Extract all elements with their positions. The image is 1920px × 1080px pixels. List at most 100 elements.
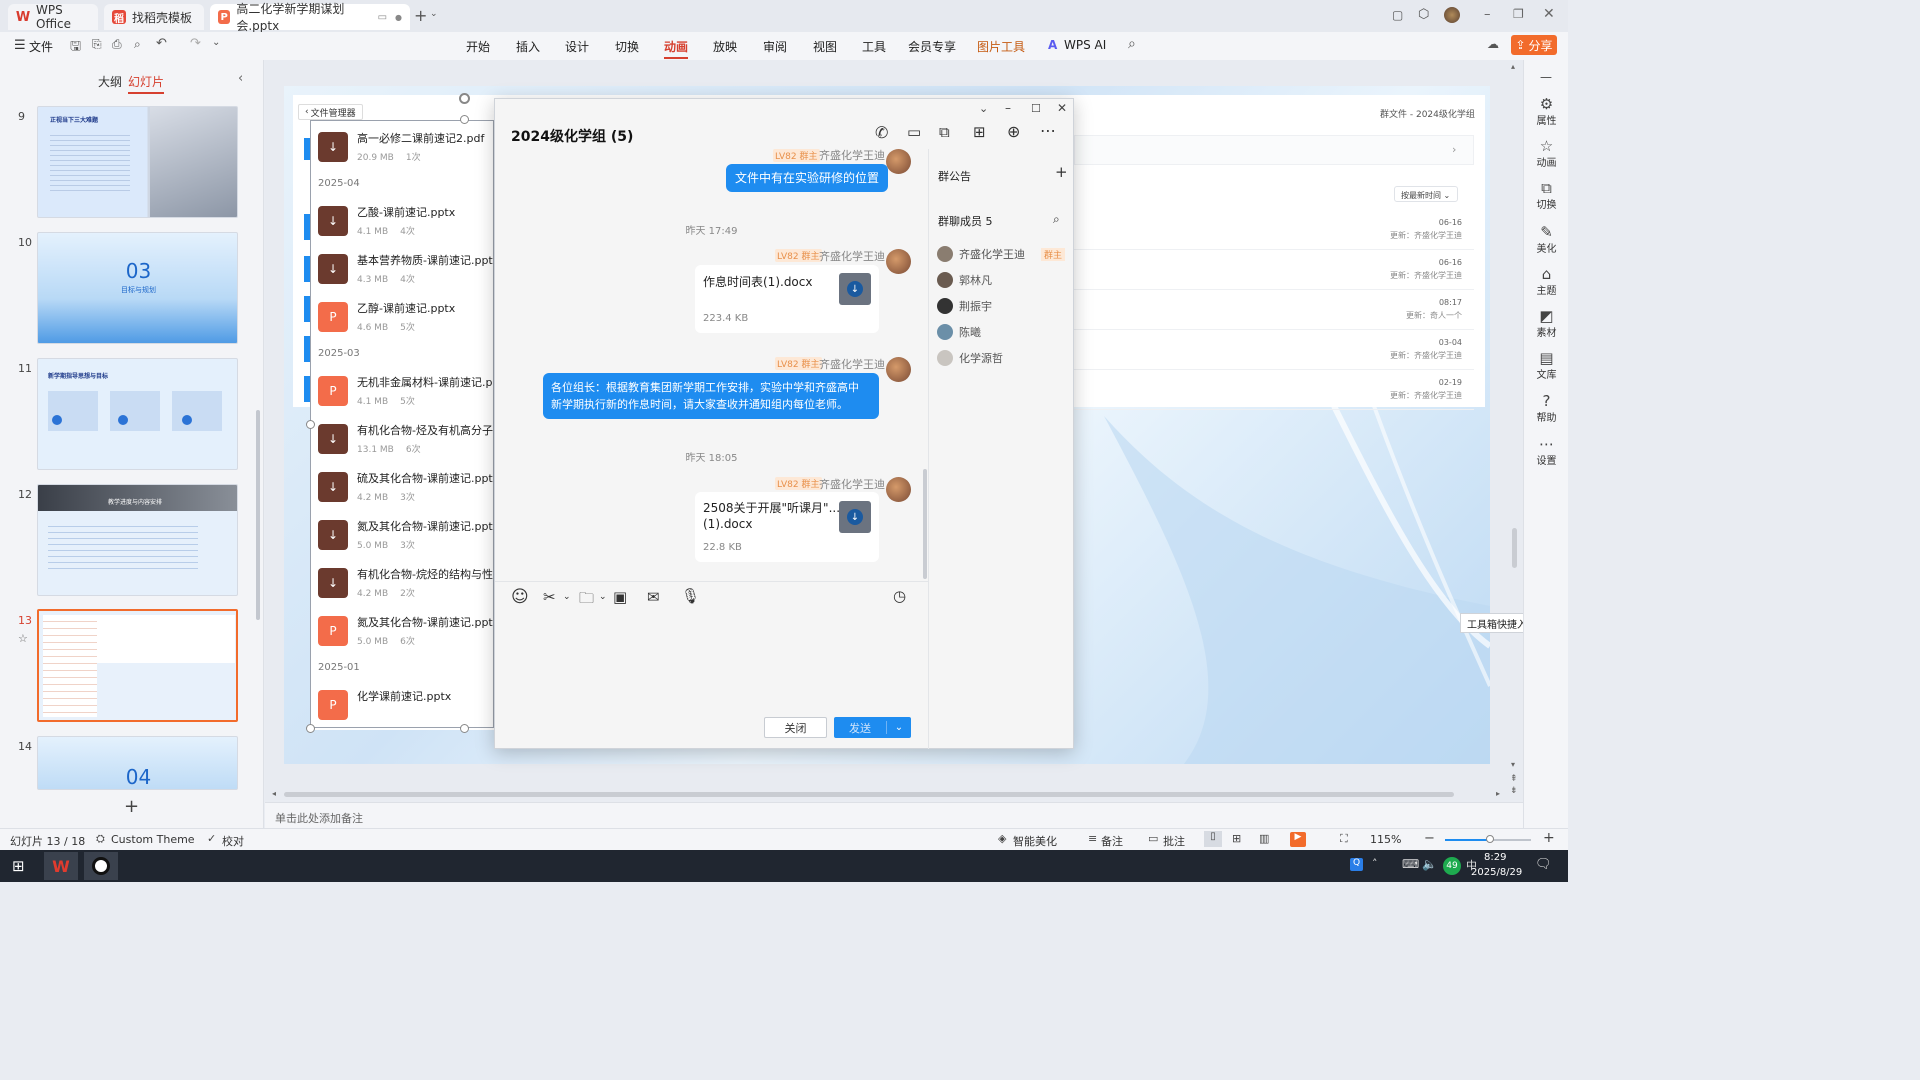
file-row[interactable]: ↓ 乙酸-课前速记.pptx 4.1 MB 4次 (310, 198, 494, 246)
menu-transition[interactable]: 切换 (615, 38, 639, 55)
menu-view[interactable]: 视图 (813, 38, 837, 55)
menu-picture-tools[interactable]: 图片工具 (977, 38, 1025, 55)
notes-pane[interactable]: 单击此处添加备注 (265, 802, 1523, 828)
sidebar-library[interactable]: ▤ 文库 (1524, 350, 1569, 381)
zoom-out-icon[interactable]: − (1424, 831, 1435, 846)
member-item[interactable]: 化学源哲 (937, 350, 1003, 366)
minimize-icon[interactable]: – (1484, 7, 1491, 22)
resize-handle[interactable] (306, 724, 315, 733)
chevron-down-icon[interactable]: ⌄ (979, 102, 988, 115)
send-options-chevron-icon[interactable]: ⌄ (887, 722, 911, 733)
tab-document[interactable]: P 高二化学新学期谋划会.pptx ▭ ● (210, 2, 410, 33)
slide-sorter-icon[interactable]: ⊞ (1232, 832, 1241, 845)
new-tab-icon[interactable]: + (414, 6, 427, 25)
resize-handle[interactable] (306, 420, 315, 429)
send-button[interactable]: 发送 ⌄ (834, 717, 911, 738)
file-row[interactable]: ↓ 基本营养物质-课前速记.pptx 4.3 MB 4次 (310, 246, 494, 294)
add-announcement-icon[interactable]: + (1055, 163, 1068, 181)
sort-dropdown[interactable]: 按最新时间 ⌄ (1394, 186, 1458, 202)
file-row[interactable]: P 无机非金属材料-课前速记.pp 4.1 MB 5次 (310, 368, 494, 416)
file-row[interactable]: ↓ 氮及其化合物-课前速记.pptx 5.0 MB 3次 (310, 512, 494, 560)
clock-date[interactable]: 2025/8/29 (1471, 867, 1522, 878)
user-avatar[interactable] (1444, 7, 1460, 23)
file-row[interactable]: ↓ 高一必修二课前速记2.pdf 20.9 MB 1次 (310, 124, 494, 172)
history-icon[interactable]: ◷ (893, 587, 906, 605)
group-files-search[interactable] (1074, 135, 1474, 165)
smart-beautify-button[interactable]: 智能美化 (1013, 833, 1057, 849)
slide-thumbnail-13-selected[interactable] (37, 609, 238, 722)
menu-insert[interactable]: 插入 (516, 38, 540, 55)
tab-wps-office[interactable]: W WPS Office (8, 3, 98, 31)
slide-thumbnail-9[interactable]: 正视当下三大难题 (37, 106, 238, 218)
zoom-slider-thumb[interactable] (1486, 835, 1494, 843)
slide-thumbnail-11[interactable]: 新学期指导思想与目标 (37, 358, 238, 470)
collapse-sidebar-icon[interactable]: — (1540, 70, 1552, 84)
sender-avatar[interactable] (886, 149, 911, 174)
menu-slideshow[interactable]: 放映 (713, 38, 737, 55)
video-call-icon[interactable]: ▭ (907, 123, 921, 141)
tab-template[interactable]: 稻 找稻壳模板 (104, 4, 204, 30)
group-file-row[interactable]: 03-04 更新：齐盛化学王迪 (1074, 330, 1474, 370)
sidebar-assets[interactable]: ◩ 素材 (1524, 308, 1569, 339)
file-message-card[interactable]: 2508关于开展"听课月"... (1).docx 22.8 KB ↓ (695, 492, 879, 562)
chevron-right-icon[interactable]: › (1452, 143, 1456, 156)
phone-icon[interactable]: ✆ (875, 123, 888, 142)
tab-slides[interactable]: 幻灯片 (128, 73, 165, 94)
tray-app-icon[interactable]: Q (1350, 858, 1363, 871)
sidebar-transition[interactable]: ⧉ 切换 (1524, 180, 1569, 211)
zoom-level[interactable]: 115% (1370, 833, 1401, 846)
chat-window[interactable]: ⌄ – ☐ ✕ 2024级化学组 (5) ✆ ▭ ⧉ ⊞ ⊕ ⋯ LV82 群主… (494, 98, 1074, 749)
redo-icon[interactable]: ↷ (190, 36, 201, 51)
fit-window-icon[interactable]: ⛶ (1340, 832, 1348, 846)
menu-wps-ai[interactable]: WPS AI (1064, 38, 1106, 52)
menu-design[interactable]: 设计 (565, 38, 589, 55)
message-bubble-sent[interactable]: 文件中有在实验研修的位置 (726, 164, 889, 192)
resize-handle[interactable] (460, 115, 469, 124)
sender-avatar[interactable] (886, 357, 911, 382)
chevron-down-icon[interactable]: ⌄ (563, 592, 571, 602)
apps-icon[interactable]: ⊞ (973, 123, 986, 141)
notes-button[interactable]: 备注 (1101, 833, 1123, 849)
tray-badge[interactable]: 49 (1443, 857, 1461, 875)
restore-icon[interactable]: ❐ (1513, 7, 1524, 21)
message-input[interactable] (505, 617, 919, 709)
tab-outline[interactable]: 大纲 (98, 73, 122, 90)
sidebar-properties[interactable]: ⚙ 属性 (1524, 96, 1569, 127)
announcement-bubble[interactable]: 各位组长：根据教育集团新学期工作安排，实验中学和齐盛高中 新学期执行新的作息时间… (543, 373, 879, 419)
save-icon[interactable]: 🖫 (70, 37, 81, 59)
screen-share-icon[interactable]: ⧉ (939, 123, 950, 141)
sidebar-beautify[interactable]: ✎ 美化 (1524, 224, 1569, 255)
sidebar-settings[interactable]: ⋯ 设置 (1524, 436, 1569, 467)
minimize-icon[interactable]: – (1005, 101, 1011, 115)
sender-avatar[interactable] (886, 249, 911, 274)
left-pane-scrollbar[interactable] (256, 410, 260, 620)
red-packet-icon[interactable]: ✉ (647, 588, 660, 606)
menu-home[interactable]: 开始 (466, 38, 490, 55)
vertical-scrollbar[interactable] (1512, 528, 1517, 568)
file-row[interactable]: ↓ 有机化合物-烷烃的结构与性质 4.2 MB 2次 (310, 560, 494, 608)
taskbar-wps[interactable]: W (44, 852, 78, 880)
monitor-icon[interactable]: ▭ (378, 12, 387, 23)
reading-view-icon[interactable]: ▥ (1259, 832, 1269, 845)
horizontal-scrollbar[interactable] (284, 792, 1454, 797)
file-row[interactable]: P 氮及其化合物-课前速记.pptx 5.0 MB 6次 (310, 608, 494, 656)
share-button[interactable]: ⇪ 分享 (1511, 35, 1557, 55)
menu-review[interactable]: 审阅 (763, 38, 787, 55)
undo-icon[interactable]: ↶ (156, 36, 167, 51)
file-manager-back-button[interactable]: ‹ 文件管理器 (298, 104, 363, 120)
tray-chevron-icon[interactable]: ˄ (1372, 857, 1378, 870)
sidebar-help[interactable]: ? 帮助 (1524, 393, 1569, 424)
scroll-up-icon[interactable]: ▴ (1511, 62, 1515, 71)
search-member-icon[interactable]: ⌕ (1053, 212, 1060, 227)
print-preview-icon[interactable]: ⌕ (134, 37, 141, 52)
theme-name[interactable]: Custom Theme (111, 833, 195, 846)
member-item[interactable]: 陈曦 (937, 324, 981, 340)
file-row[interactable]: ↓ 硫及其化合物-课前速记.pptx 4.2 MB 3次 (310, 464, 494, 512)
microphone-icon[interactable]: 🎙 (681, 587, 700, 605)
hamburger-icon[interactable]: ☰ (14, 38, 26, 53)
proofing-button[interactable]: 校对 (222, 833, 244, 849)
clock-time[interactable]: 8:29 (1484, 852, 1506, 863)
collapse-pane-icon[interactable]: ‹ (238, 71, 243, 86)
cloud-upload-icon[interactable]: ☁ (1487, 37, 1499, 51)
play-slideshow-icon[interactable]: ▶ (1290, 832, 1306, 847)
